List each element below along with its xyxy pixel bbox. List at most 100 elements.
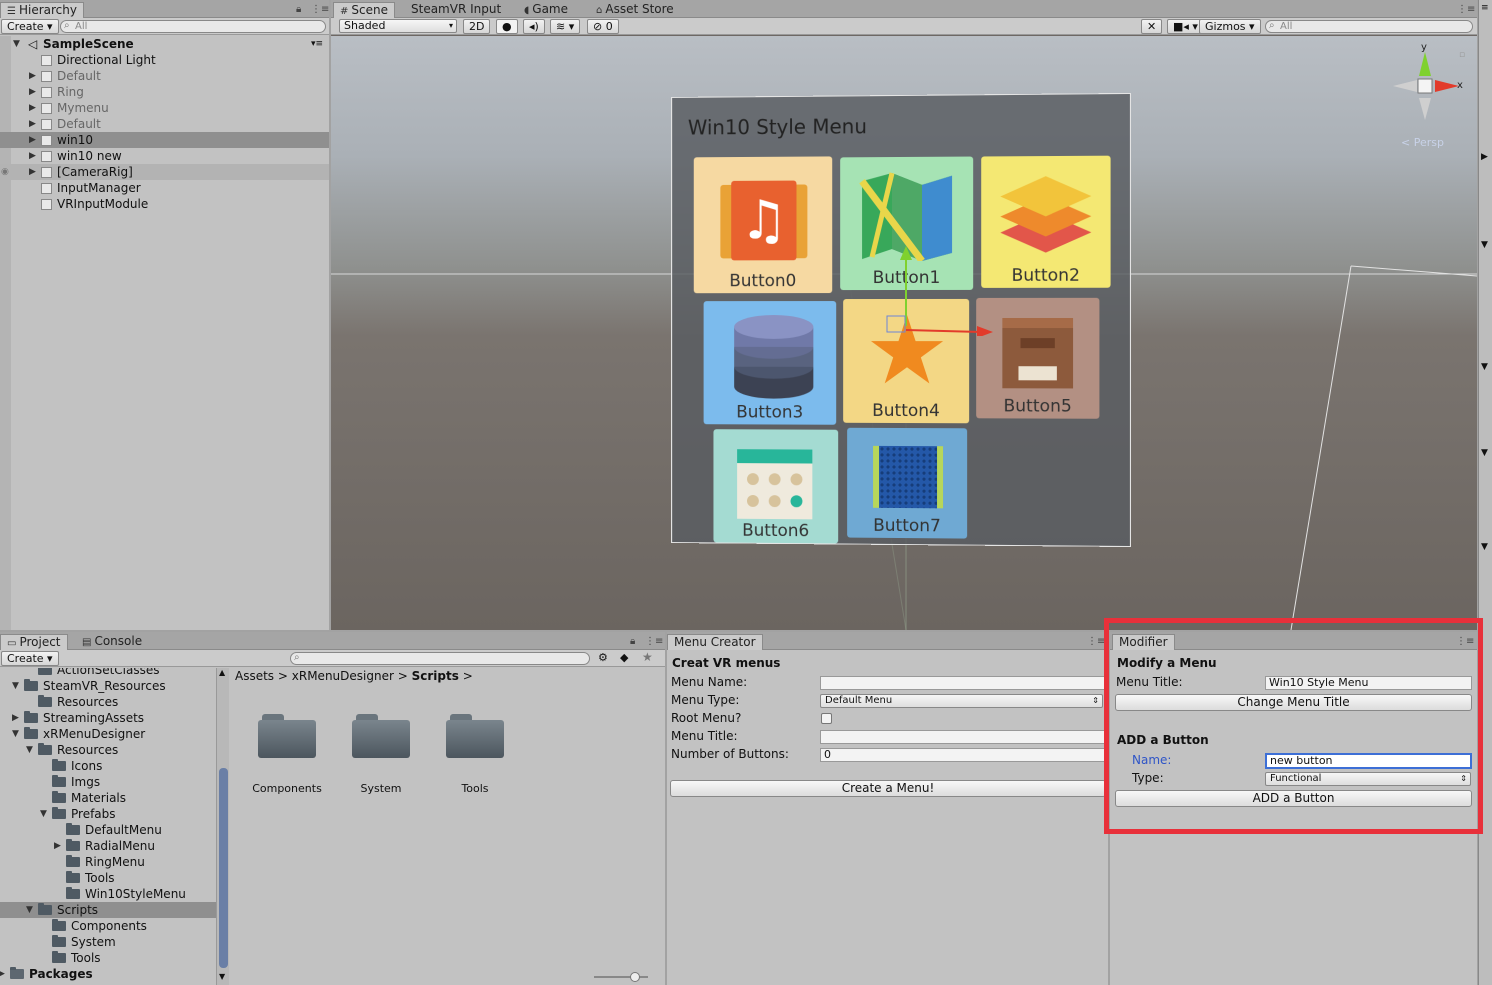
project-tree-item[interactable]: ▼ SteamVR_Resources: [0, 678, 216, 694]
hierarchy-item[interactable]: ▶ win10: [0, 132, 329, 148]
menu-tile-button6[interactable]: Button6: [713, 429, 839, 544]
hierarchy-item[interactable]: VRInputModule: [0, 196, 329, 212]
2d-toggle[interactable]: 2D: [463, 19, 491, 34]
menu-tile-button0[interactable]: ♫ Button0: [693, 156, 833, 294]
scroll-down-icon[interactable]: ▼: [219, 972, 225, 981]
hierarchy-item[interactable]: ▶ Mymenu: [0, 100, 329, 116]
expand-arrow-icon[interactable]: ▶: [12, 710, 19, 726]
hierarchy-item[interactable]: ▶ Default: [0, 116, 329, 132]
expand-arrow-icon[interactable]: ▶: [29, 164, 36, 180]
expand-arrow-icon[interactable]: ▶: [29, 100, 36, 116]
project-tree-item[interactable]: RingMenu: [0, 854, 216, 870]
folder-system[interactable]: System: [352, 714, 410, 795]
collapse-arrow-icon[interactable]: ▼: [1481, 240, 1488, 250]
folder-components[interactable]: Components: [252, 714, 322, 795]
hierarchy-item[interactable]: Directional Light: [0, 52, 329, 68]
tab-scene[interactable]: # Scene: [333, 2, 395, 18]
scene-search-input[interactable]: ⌕ All: [1265, 20, 1473, 33]
project-tree-item[interactable]: DefaultMenu: [0, 822, 216, 838]
num-buttons-input[interactable]: 0: [820, 748, 1108, 762]
breadcrumb-assets[interactable]: Assets: [235, 669, 274, 683]
project-tree-item[interactable]: ▼ xRMenuDesigner: [0, 726, 216, 742]
panel-menu-icon[interactable]: ⋮≡: [645, 636, 663, 647]
collapse-arrow-icon[interactable]: ▼: [1481, 362, 1488, 372]
lock-icon[interactable]: 🔒︎: [296, 4, 301, 15]
move-gizmo[interactable]: [881, 246, 1001, 336]
visibility-eye-icon[interactable]: ◉: [1, 164, 9, 180]
scene-viewport[interactable]: Win10 Style Menu ♫ Button0 Button1: [331, 36, 1477, 630]
menu-title-input[interactable]: [820, 730, 1108, 744]
collapse-arrow-icon[interactable]: ▼: [1481, 448, 1488, 458]
project-tree-item[interactable]: Tools: [0, 870, 216, 886]
search-by-type-icon[interactable]: ⚙: [598, 651, 608, 664]
expand-arrow-icon[interactable]: ▶: [29, 116, 36, 132]
panel-menu-icon[interactable]: ≡: [1481, 3, 1489, 13]
tab-project[interactable]: ▭ Project: [0, 634, 68, 650]
project-tree-item[interactable]: System: [0, 934, 216, 950]
expand-arrow-icon[interactable]: ▼: [26, 902, 33, 918]
expand-arrow-icon[interactable]: ▼: [13, 36, 20, 52]
project-tree-item[interactable]: ▼ Prefabs: [0, 806, 216, 822]
menu-tile-button7[interactable]: Button7: [847, 427, 968, 539]
folder-tools[interactable]: Tools: [446, 714, 504, 795]
icon-size-slider[interactable]: [594, 972, 648, 982]
tab-asset-store[interactable]: ⌂ Asset Store: [590, 2, 680, 18]
root-menu-checkbox[interactable]: [821, 713, 832, 724]
effects-dropdown[interactable]: ≋ ▾: [550, 19, 581, 34]
scroll-thumb[interactable]: [219, 768, 228, 968]
project-tree-item[interactable]: Win10StyleMenu: [0, 886, 216, 902]
hidden-objects-toggle[interactable]: ⊘ 0: [587, 19, 619, 34]
expand-arrow-icon[interactable]: ▼: [12, 726, 19, 742]
project-tree-item[interactable]: ▶ RadialMenu: [0, 838, 216, 854]
scene-root-row[interactable]: ▼ ◁ SampleScene ▾≡: [0, 36, 329, 52]
expand-arrow-icon[interactable]: ▶: [29, 84, 36, 100]
tab-menu-creator[interactable]: Menu Creator: [667, 634, 763, 650]
tab-steamvr-input[interactable]: SteamVR Input: [405, 2, 507, 18]
tab-hierarchy[interactable]: ☰ Hierarchy: [0, 2, 84, 18]
collapse-arrow-icon[interactable]: ▶: [1481, 152, 1488, 162]
expand-arrow-icon[interactable]: ▶: [29, 148, 36, 164]
hierarchy-item[interactable]: ▶ Default: [0, 68, 329, 84]
menu-tile-button3[interactable]: Button3: [703, 301, 837, 425]
collapse-arrow-icon[interactable]: ▼: [1481, 542, 1488, 552]
hierarchy-item[interactable]: ◉ ▶ [CameraRig]: [0, 164, 329, 180]
tab-game[interactable]: ◖ Game: [518, 2, 574, 18]
project-tree-item[interactable]: Icons: [0, 758, 216, 774]
breadcrumb-scripts[interactable]: Scripts: [412, 669, 459, 683]
project-tree-item[interactable]: ▶ Packages: [0, 966, 216, 982]
panel-menu-icon[interactable]: ⋮≡: [1457, 4, 1475, 15]
lighting-toggle[interactable]: ●: [496, 19, 518, 34]
expand-arrow-icon[interactable]: ▶: [29, 132, 36, 148]
lock-icon[interactable]: 🔒︎: [630, 636, 635, 647]
project-tree-item[interactable]: ▼ Scripts: [0, 902, 216, 918]
expand-arrow-icon[interactable]: ▶: [29, 68, 36, 84]
gizmos-dropdown[interactable]: Gizmos ▾: [1199, 19, 1261, 34]
project-tree-item[interactable]: Tools: [0, 950, 216, 966]
project-search-input[interactable]: ⌕: [290, 652, 590, 665]
expand-arrow-icon[interactable]: ▼: [40, 806, 47, 822]
slider-thumb[interactable]: [630, 972, 640, 982]
tools-toggle[interactable]: ✕: [1141, 19, 1163, 34]
menu-type-dropdown[interactable]: Default Menu ⇕: [820, 694, 1103, 708]
panel-menu-icon[interactable]: ⋮≡: [311, 4, 329, 15]
expand-arrow-icon[interactable]: ▶: [0, 966, 5, 982]
scene-menu-icon[interactable]: ▾≡: [311, 36, 323, 52]
panel-menu-icon[interactable]: ⋮≡: [1087, 636, 1105, 647]
search-by-label-icon[interactable]: ◆: [620, 651, 628, 664]
breadcrumb-xrmenudesigner[interactable]: xRMenuDesigner: [292, 669, 394, 683]
hierarchy-item[interactable]: InputManager: [0, 180, 329, 196]
project-tree-item[interactable]: Materials: [0, 790, 216, 806]
tab-console[interactable]: ▤ Console: [76, 634, 148, 650]
gizmo-lock-icon[interactable]: ▫: [1459, 50, 1465, 60]
create-dropdown[interactable]: Create ▾: [1, 651, 59, 666]
create-menu-button[interactable]: Create a Menu!: [670, 780, 1106, 797]
hierarchy-item[interactable]: ▶ win10 new: [0, 148, 329, 164]
project-tree-item[interactable]: Components: [0, 918, 216, 934]
hierarchy-search-input[interactable]: ⌕ All: [60, 20, 326, 33]
project-tree-item[interactable]: Imgs: [0, 774, 216, 790]
gizmo-persp-label[interactable]: < Persp: [1401, 136, 1444, 149]
expand-arrow-icon[interactable]: ▶: [54, 838, 61, 854]
project-tree-item[interactable]: Resources: [0, 694, 216, 710]
orientation-gizmo[interactable]: y x < Persp ▫: [1387, 42, 1467, 152]
hierarchy-item[interactable]: ▶ Ring: [0, 84, 329, 100]
